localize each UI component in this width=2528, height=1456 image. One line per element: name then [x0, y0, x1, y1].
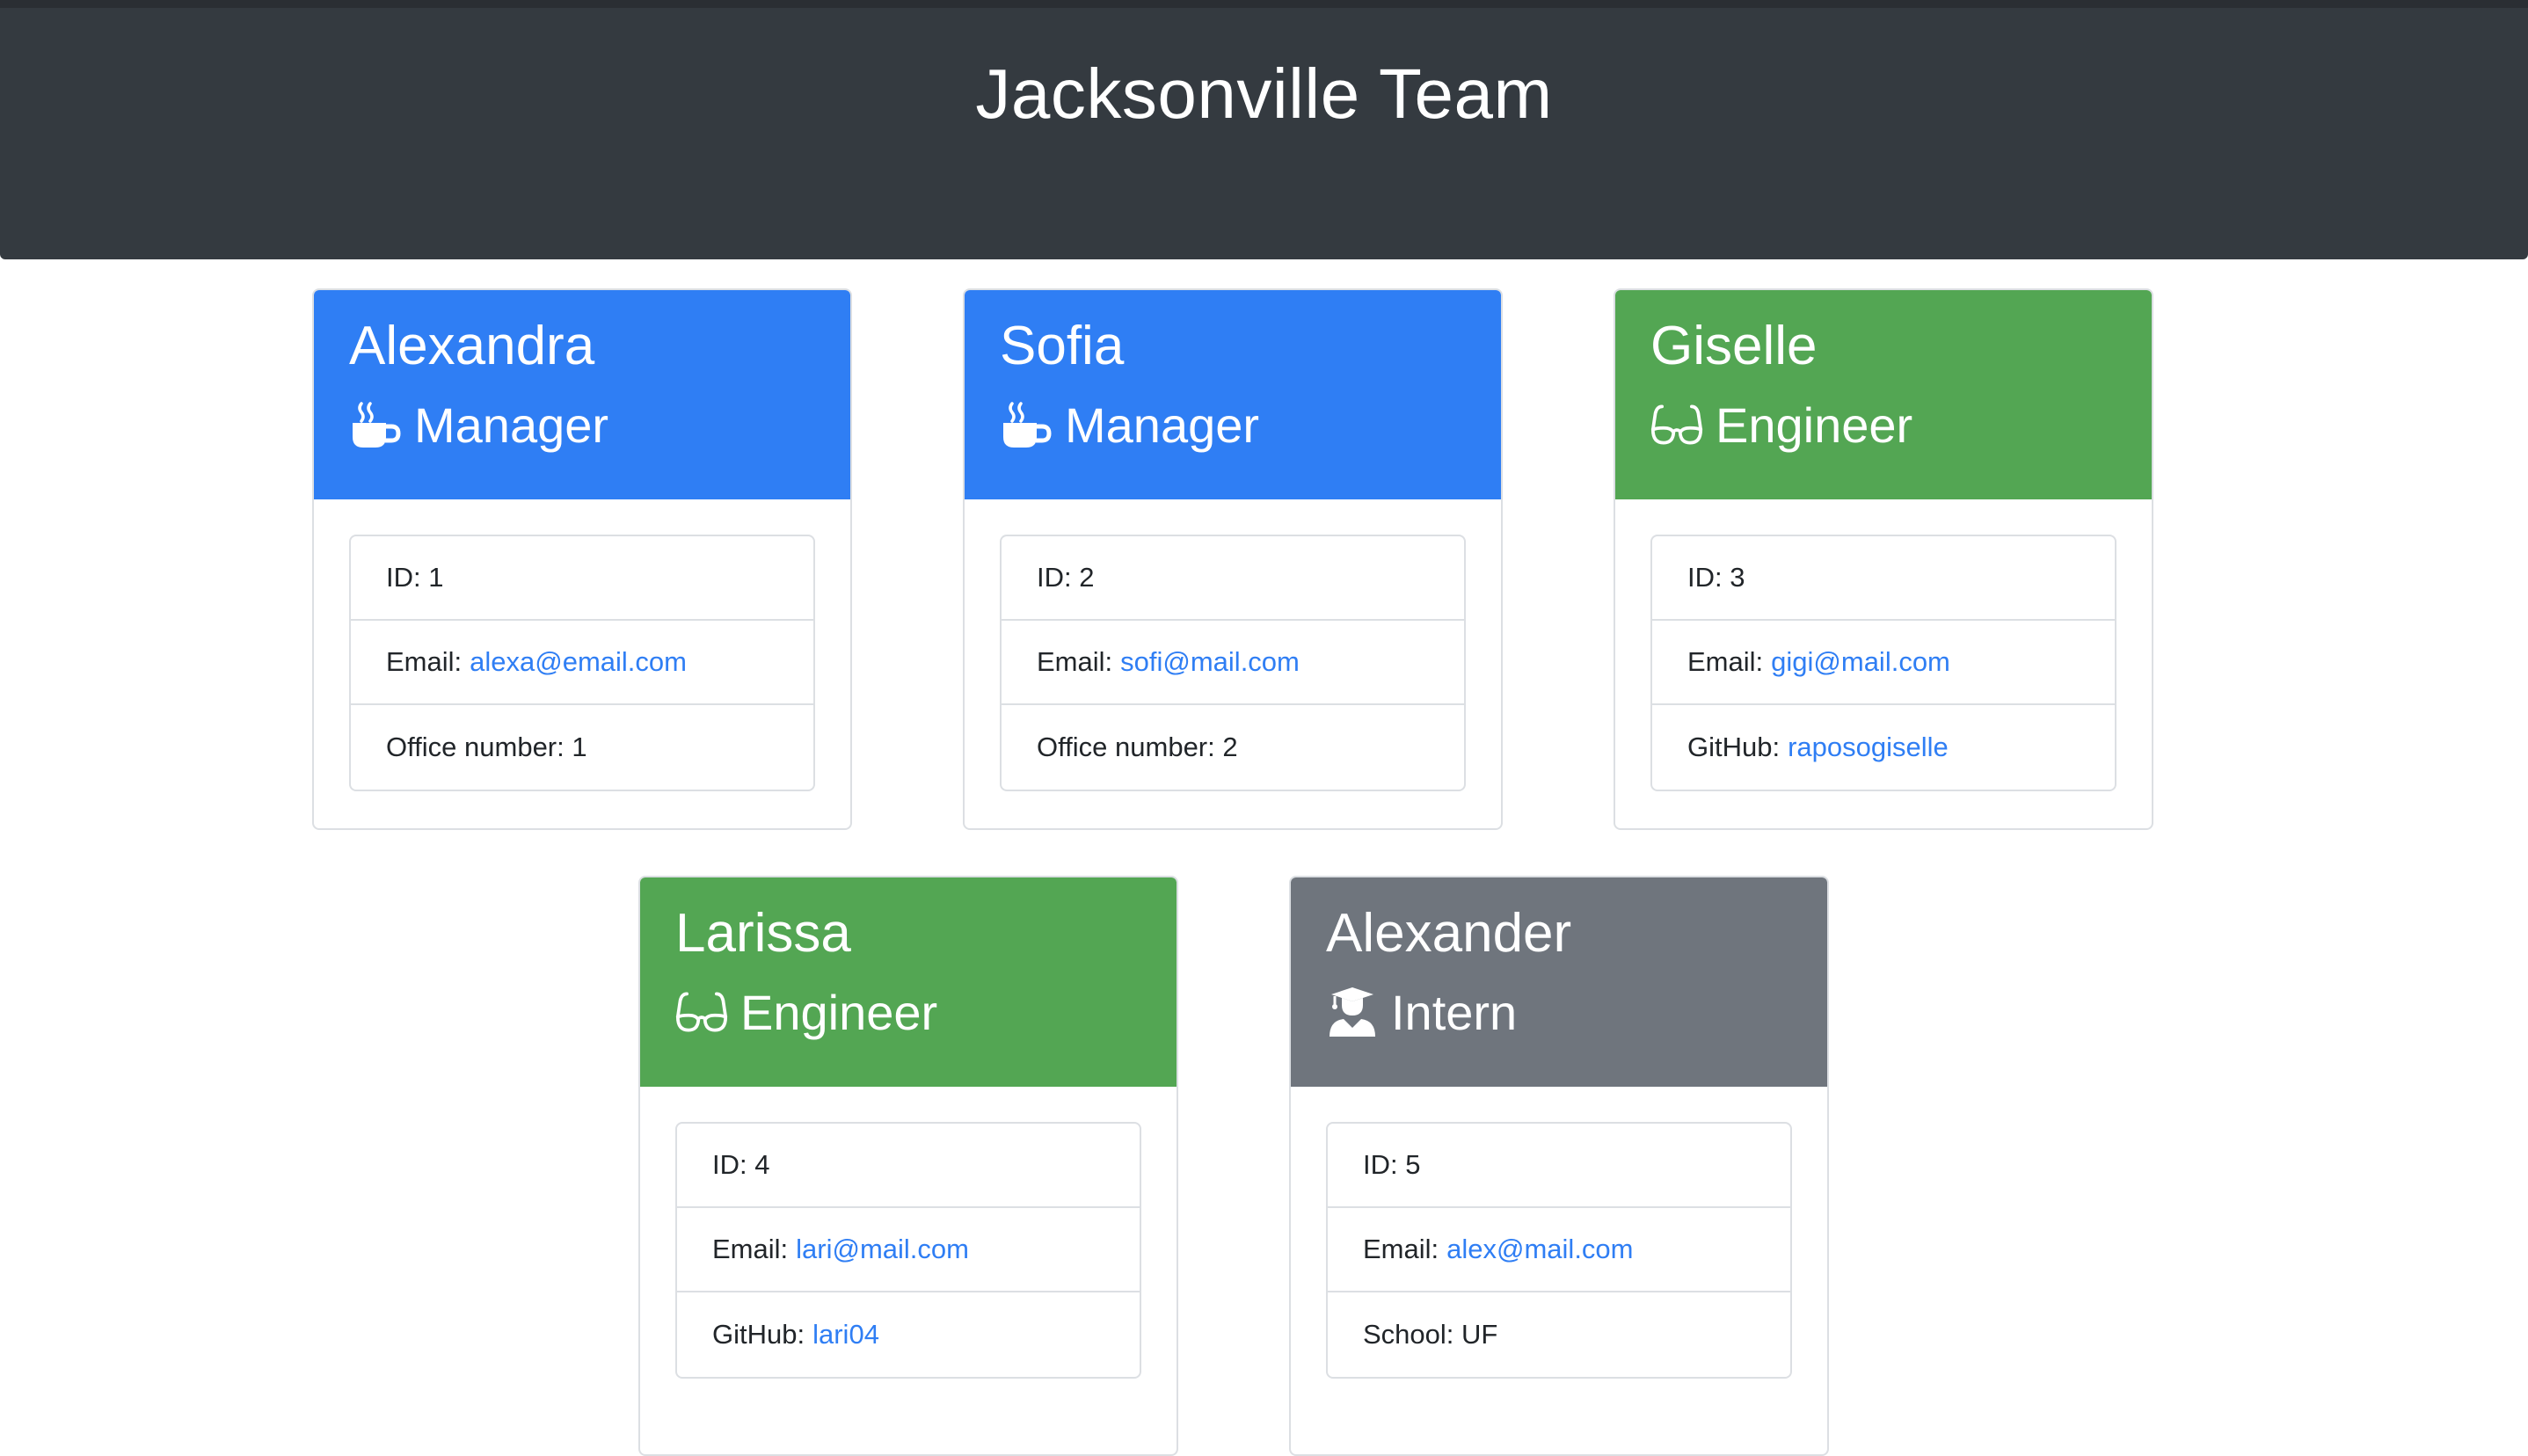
- card-body: ID: 5 Email: alex@mail.com School: UF: [1291, 1087, 1827, 1414]
- employee-role: Manager: [1065, 397, 1260, 453]
- list-item-github: GitHub: lari04: [677, 1292, 1140, 1377]
- card-body: ID: 4 Email: lari@mail.com GitHub: lari0…: [640, 1087, 1177, 1414]
- email-link[interactable]: lari@mail.com: [796, 1234, 969, 1265]
- list-item-id: ID: 4: [677, 1124, 1140, 1208]
- email-link[interactable]: sofi@mail.com: [1120, 646, 1300, 678]
- card-header-manager: Sofia Manager: [965, 290, 1501, 499]
- email-label: Email:: [386, 646, 463, 677]
- employee-card: Alexandra Manager ID: 1 Email: alexa@ema…: [312, 288, 852, 830]
- page-header: Jacksonville Team: [0, 8, 2528, 259]
- employee-card: Alexander Intern ID: 5 Email: alex@mail.…: [1289, 876, 1829, 1456]
- list-item-office: Office number: 2: [1002, 705, 1464, 790]
- github-label: GitHub:: [1687, 732, 1781, 762]
- card-body: ID: 3 Email: gigi@mail.com GitHub: rapos…: [1615, 499, 2152, 826]
- card-header-engineer: Larissa Engineer: [640, 877, 1177, 1087]
- employee-card: Larissa Engineer ID: 4 Email: lari@mail.…: [638, 876, 1178, 1456]
- id-value: 4: [754, 1149, 770, 1180]
- email-label: Email:: [1687, 646, 1764, 677]
- list-item-id: ID: 5: [1328, 1124, 1790, 1208]
- list-item-id: ID: 3: [1652, 536, 2115, 621]
- id-label: ID:: [1037, 562, 1072, 593]
- role-line: Manager: [1000, 394, 1466, 455]
- id-label: ID:: [1687, 562, 1723, 593]
- employee-name: Alexandra: [349, 316, 595, 376]
- id-label: ID:: [1363, 1149, 1398, 1180]
- card-header-engineer: Giselle Engineer: [1615, 290, 2152, 499]
- info-list: ID: 5 Email: alex@mail.com School: UF: [1326, 1122, 1792, 1379]
- list-item-github: GitHub: raposogiselle: [1652, 705, 2115, 790]
- employee-role: Engineer: [740, 984, 938, 1040]
- list-item-email: Email: sofi@mail.com: [1002, 621, 1464, 705]
- email-label: Email:: [1363, 1234, 1439, 1264]
- role-line: Manager: [349, 394, 815, 455]
- role-line: Engineer: [1650, 394, 2116, 455]
- id-label: ID:: [386, 562, 421, 593]
- email-label: Email:: [712, 1234, 789, 1264]
- list-item-school: School: UF: [1328, 1292, 1790, 1377]
- list-item-office: Office number: 1: [351, 705, 813, 790]
- employee-name: Larissa: [675, 903, 851, 964]
- role-line: Engineer: [675, 981, 1141, 1043]
- card-header-manager: Alexandra Manager: [314, 290, 850, 499]
- card-header-intern: Alexander Intern: [1291, 877, 1827, 1087]
- office-value: 2: [1222, 732, 1238, 762]
- info-list: ID: 3 Email: gigi@mail.com GitHub: rapos…: [1650, 535, 2116, 791]
- employee-card: Sofia Manager ID: 2 Email: sofi@mail.com: [963, 288, 1503, 830]
- list-item-id: ID: 2: [1002, 536, 1464, 621]
- mug-hot-icon: [349, 398, 402, 451]
- employee-name: Giselle: [1650, 316, 1818, 376]
- email-link[interactable]: alexa@email.com: [470, 646, 687, 678]
- user-graduate-icon: [1326, 986, 1379, 1038]
- email-link[interactable]: alex@mail.com: [1446, 1234, 1633, 1265]
- card-body: ID: 1 Email: alexa@email.com Office numb…: [314, 499, 850, 826]
- employee-role: Intern: [1391, 984, 1518, 1040]
- info-list: ID: 4 Email: lari@mail.com GitHub: lari0…: [675, 1122, 1141, 1379]
- school-label: School:: [1363, 1319, 1454, 1350]
- id-value: 1: [428, 562, 444, 593]
- email-link[interactable]: gigi@mail.com: [1771, 646, 1950, 678]
- employee-role: Engineer: [1716, 397, 1913, 453]
- id-value: 2: [1079, 562, 1095, 593]
- employee-name: Alexander: [1326, 903, 1572, 964]
- info-list: ID: 1 Email: alexa@email.com Office numb…: [349, 535, 815, 791]
- list-item-email: Email: lari@mail.com: [677, 1208, 1140, 1292]
- email-label: Email:: [1037, 646, 1113, 677]
- github-link[interactable]: raposogiselle: [1788, 732, 1949, 763]
- glasses-icon: [1650, 398, 1703, 451]
- office-value: 1: [572, 732, 587, 762]
- mug-hot-icon: [1000, 398, 1053, 451]
- list-item-email: Email: alex@mail.com: [1328, 1208, 1790, 1292]
- card-body: ID: 2 Email: sofi@mail.com Office number…: [965, 499, 1501, 826]
- id-value: 3: [1730, 562, 1745, 593]
- id-label: ID:: [712, 1149, 747, 1180]
- glasses-icon: [675, 986, 728, 1038]
- school-value: UF: [1461, 1319, 1498, 1350]
- github-link[interactable]: lari04: [812, 1319, 879, 1350]
- employee-role: Manager: [414, 397, 609, 453]
- page-title: Jacksonville Team: [975, 55, 1553, 133]
- list-item-email: Email: alexa@email.com: [351, 621, 813, 705]
- role-line: Intern: [1326, 981, 1792, 1043]
- office-label: Office number:: [386, 732, 565, 762]
- info-list: ID: 2 Email: sofi@mail.com Office number…: [1000, 535, 1466, 791]
- employee-card: Giselle Engineer ID: 3 Email: gigi@mail.…: [1614, 288, 2153, 830]
- top-border: [0, 0, 2528, 8]
- list-item-id: ID: 1: [351, 536, 813, 621]
- id-value: 5: [1405, 1149, 1421, 1180]
- github-label: GitHub:: [712, 1319, 805, 1350]
- employee-name: Sofia: [1000, 316, 1125, 376]
- list-item-email: Email: gigi@mail.com: [1652, 621, 2115, 705]
- office-label: Office number:: [1037, 732, 1215, 762]
